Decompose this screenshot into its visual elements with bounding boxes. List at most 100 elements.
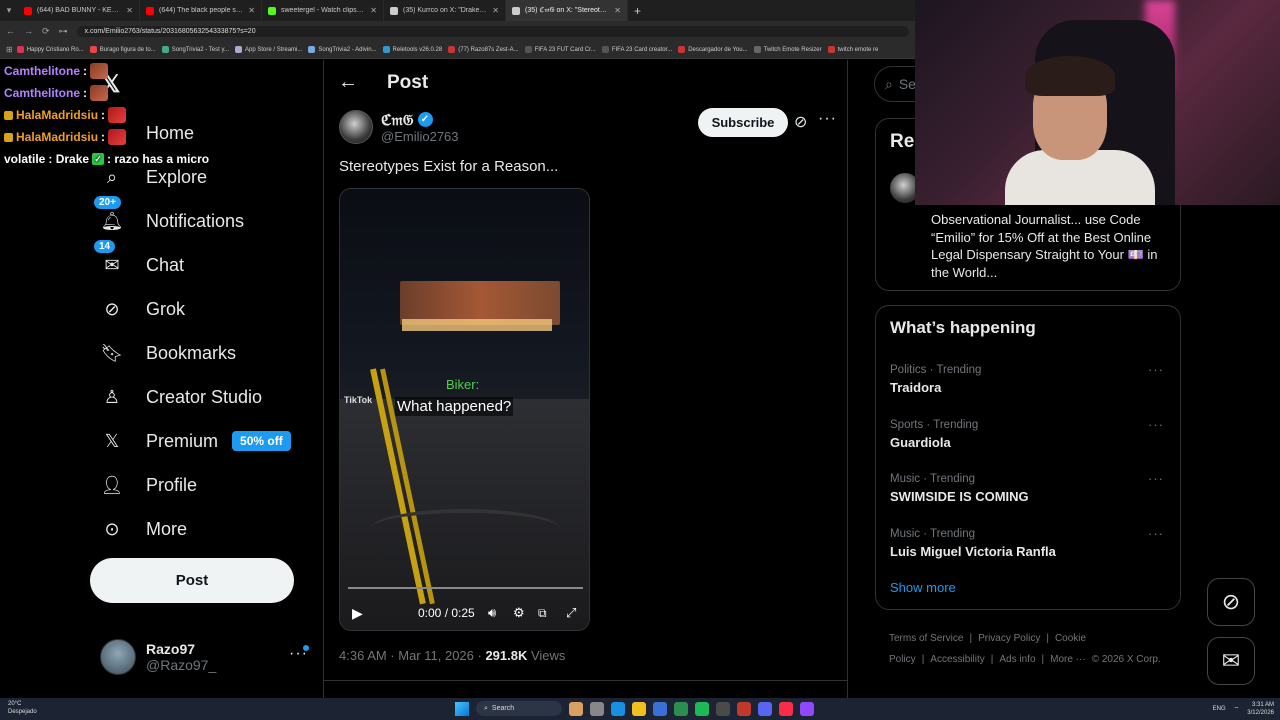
browser-tab[interactable]: (644) BAD BUNNY - KETU TeCh... ✕ xyxy=(18,0,140,21)
video-player[interactable]: TikTok Biker: What happened? ▶ 0:00 / 0:… xyxy=(339,188,590,631)
trend-item[interactable]: Politics · Trending Traidora ··· xyxy=(890,362,1170,404)
app-icon[interactable] xyxy=(737,701,751,716)
footer-link[interactable]: © 2026 X Corp. xyxy=(1092,654,1161,665)
fullscreen-icon[interactable]: ⤢ xyxy=(566,605,576,621)
bookmark-item[interactable]: Burago figura de to... xyxy=(89,46,162,53)
settings-gear-icon[interactable]: ⚙ xyxy=(513,605,525,621)
author-handle[interactable]: @Emilio2763 xyxy=(381,129,459,144)
clock[interactable]: 3:31 AM 3/12/2026 xyxy=(1247,701,1274,717)
windows-start-icon[interactable] xyxy=(455,701,469,716)
close-icon[interactable]: ✕ xyxy=(370,6,377,15)
bookmark-item[interactable]: (77) Razo87s Zest-A... xyxy=(448,46,524,53)
chat-username: HalaMadridsiu xyxy=(16,130,99,144)
bookmark-item[interactable]: twitch emote re xyxy=(827,46,885,53)
close-icon[interactable]: ✕ xyxy=(492,6,499,15)
bookmark-item[interactable]: Reletools v26.0.28 xyxy=(382,46,449,53)
bookmark-item[interactable]: SongTrivia2 - Adivin... xyxy=(308,46,382,53)
twitch-icon[interactable] xyxy=(800,701,814,716)
reload-icon[interactable]: ⟳ xyxy=(42,26,50,37)
bookmark-label: Descargador de You... xyxy=(688,46,748,53)
browser-tab[interactable]: (35) Kurrco on X: "Drake joined... ✕ xyxy=(384,0,506,21)
footer-link[interactable]: More ··· xyxy=(1050,654,1086,665)
file-explorer-icon[interactable] xyxy=(632,701,646,716)
show-more-link[interactable]: Show more xyxy=(890,580,956,595)
more-dots-icon[interactable]: ··· xyxy=(289,645,308,663)
more-dots-icon[interactable]: ··· xyxy=(1148,417,1164,432)
back-icon[interactable]: ← xyxy=(6,26,15,36)
video-progress-bar[interactable] xyxy=(348,587,583,589)
new-tab-button[interactable]: + xyxy=(628,4,647,18)
nav-item-profile[interactable]: 👤︎ Profile xyxy=(98,463,291,507)
discord-icon[interactable] xyxy=(758,701,772,716)
store-icon[interactable] xyxy=(653,701,667,716)
widgets-icon[interactable] xyxy=(590,701,604,716)
grok-explain-icon[interactable]: ⊘ xyxy=(794,112,807,132)
wifi-icon[interactable]: ⌔ xyxy=(1234,705,1240,713)
bookmark-item[interactable]: FIFA 23 Card creator... xyxy=(601,46,678,53)
bookmark-item[interactable]: SongTrivia2 - Test y... xyxy=(161,46,235,53)
bookmark-item[interactable]: Happy Cristiano Ro... xyxy=(16,46,90,53)
chrome-icon[interactable] xyxy=(674,701,688,716)
nav-item-premium[interactable]: 𝕏 Premium 50% off xyxy=(98,419,291,463)
grok-fab-button[interactable]: ⊘ xyxy=(1207,578,1255,626)
bookmark-label: (77) Razo87s Zest-A... xyxy=(458,46,519,53)
tab-list-icon[interactable]: ▾ xyxy=(0,0,18,21)
browser-tab[interactable]: (35) ℭ𝔪𝔊 on X: "Stereotypes E... ✕ xyxy=(506,0,628,21)
account-switcher[interactable]: Razo97 @Razo97_ ··· xyxy=(100,637,312,677)
bookmark-label: App Store / Streami... xyxy=(245,46,303,53)
picture-in-picture-icon[interactable]: ⧉ xyxy=(538,606,547,621)
browser-tab[interactable]: sweetergel - Watch clips on Ki... ✕ xyxy=(262,0,384,21)
post-timestamp[interactable]: 4:36 AM · Mar 11, 2026 · xyxy=(339,648,485,663)
footer-link[interactable]: Terms of Service xyxy=(889,633,963,644)
apps-icon[interactable]: ⊞ xyxy=(6,45,13,54)
trend-item[interactable]: Sports · Trending Guardiola ··· xyxy=(890,417,1170,459)
trend-item[interactable]: Music · Trending Luis Miguel Victoria Ran… xyxy=(890,526,1170,568)
nav-item-creator-studio[interactable]: ♙ Creator Studio xyxy=(98,375,291,419)
footer-link[interactable]: Privacy Policy xyxy=(978,633,1040,644)
play-icon[interactable]: ▶ xyxy=(352,605,363,622)
site-info-icon[interactable]: ⊶ xyxy=(59,26,68,37)
music-icon[interactable] xyxy=(779,701,793,716)
nav-item-grok[interactable]: ⊘ Grok xyxy=(98,287,291,331)
close-icon[interactable]: ✕ xyxy=(126,6,133,15)
messages-fab-button[interactable]: ✉ xyxy=(1207,637,1255,685)
bookmark-item[interactable]: Twitch Emote Resizer xyxy=(753,46,828,53)
volume-icon[interactable]: 🔊︎ xyxy=(488,605,496,621)
mail-icon: ✉ xyxy=(104,254,120,275)
footer-link[interactable]: Accessibility xyxy=(930,654,984,665)
more-dots-icon[interactable]: ··· xyxy=(1148,526,1164,541)
bookmark-item[interactable]: FIFA 23 FUT Card Cr... xyxy=(524,46,602,53)
footer-link[interactable]: Ads info xyxy=(999,654,1035,665)
app-icon[interactable] xyxy=(716,701,730,716)
subscribe-button[interactable]: Subscribe xyxy=(698,108,788,137)
author-name-row[interactable]: ℭ𝔪𝔊 ✓ xyxy=(381,111,459,129)
bookmark-favicon-icon xyxy=(601,46,609,53)
browser-tab[interactable]: (644) The black people song ft... ✕ xyxy=(140,0,262,21)
author-avatar[interactable] xyxy=(339,110,373,144)
close-icon[interactable]: ✕ xyxy=(614,6,621,15)
more-dots-icon[interactable]: ··· xyxy=(1148,362,1164,377)
bookmark-item[interactable]: Descargador de You... xyxy=(678,46,753,53)
nav-item-notifications[interactable]: 🔔︎ 20+ Notifications xyxy=(94,196,291,243)
weather-widget[interactable]: 20°C Despejado xyxy=(8,700,37,716)
bookmark-item[interactable]: App Store / Streami... xyxy=(235,46,308,53)
spotify-icon[interactable] xyxy=(695,701,709,716)
nav-item-bookmarks[interactable]: 🔖︎ Bookmarks xyxy=(98,331,291,375)
lang-indicator[interactable]: ENG xyxy=(1213,706,1226,712)
trend-item[interactable]: Music · Trending SWIMSIDE IS COMING ··· xyxy=(890,471,1170,513)
bookmark-label: Happy Cristiano Ro... xyxy=(26,46,84,53)
post-more-icon[interactable]: ··· xyxy=(818,110,837,128)
nav-item-more[interactable]: ⊙ More xyxy=(98,507,291,551)
task-view-icon[interactable] xyxy=(569,701,583,716)
edge-icon[interactable] xyxy=(611,701,625,716)
post-author[interactable]: ℭ𝔪𝔊 ✓ @Emilio2763 xyxy=(339,110,459,144)
back-arrow-icon[interactable]: ← xyxy=(338,71,358,94)
bell-icon: 🔔︎ xyxy=(100,210,124,231)
taskbar-search[interactable]: ⌕ Search xyxy=(476,701,562,716)
forward-icon[interactable]: → xyxy=(24,26,33,36)
close-icon[interactable]: ✕ xyxy=(248,6,255,15)
nav-item-chat[interactable]: ✉ 14 Chat xyxy=(94,240,291,287)
more-dots-icon[interactable]: ··· xyxy=(1148,471,1164,486)
post-button[interactable]: Post xyxy=(90,558,294,603)
url-field[interactable]: x.com/Emilio2763/status/2031680563254333… xyxy=(76,25,909,37)
